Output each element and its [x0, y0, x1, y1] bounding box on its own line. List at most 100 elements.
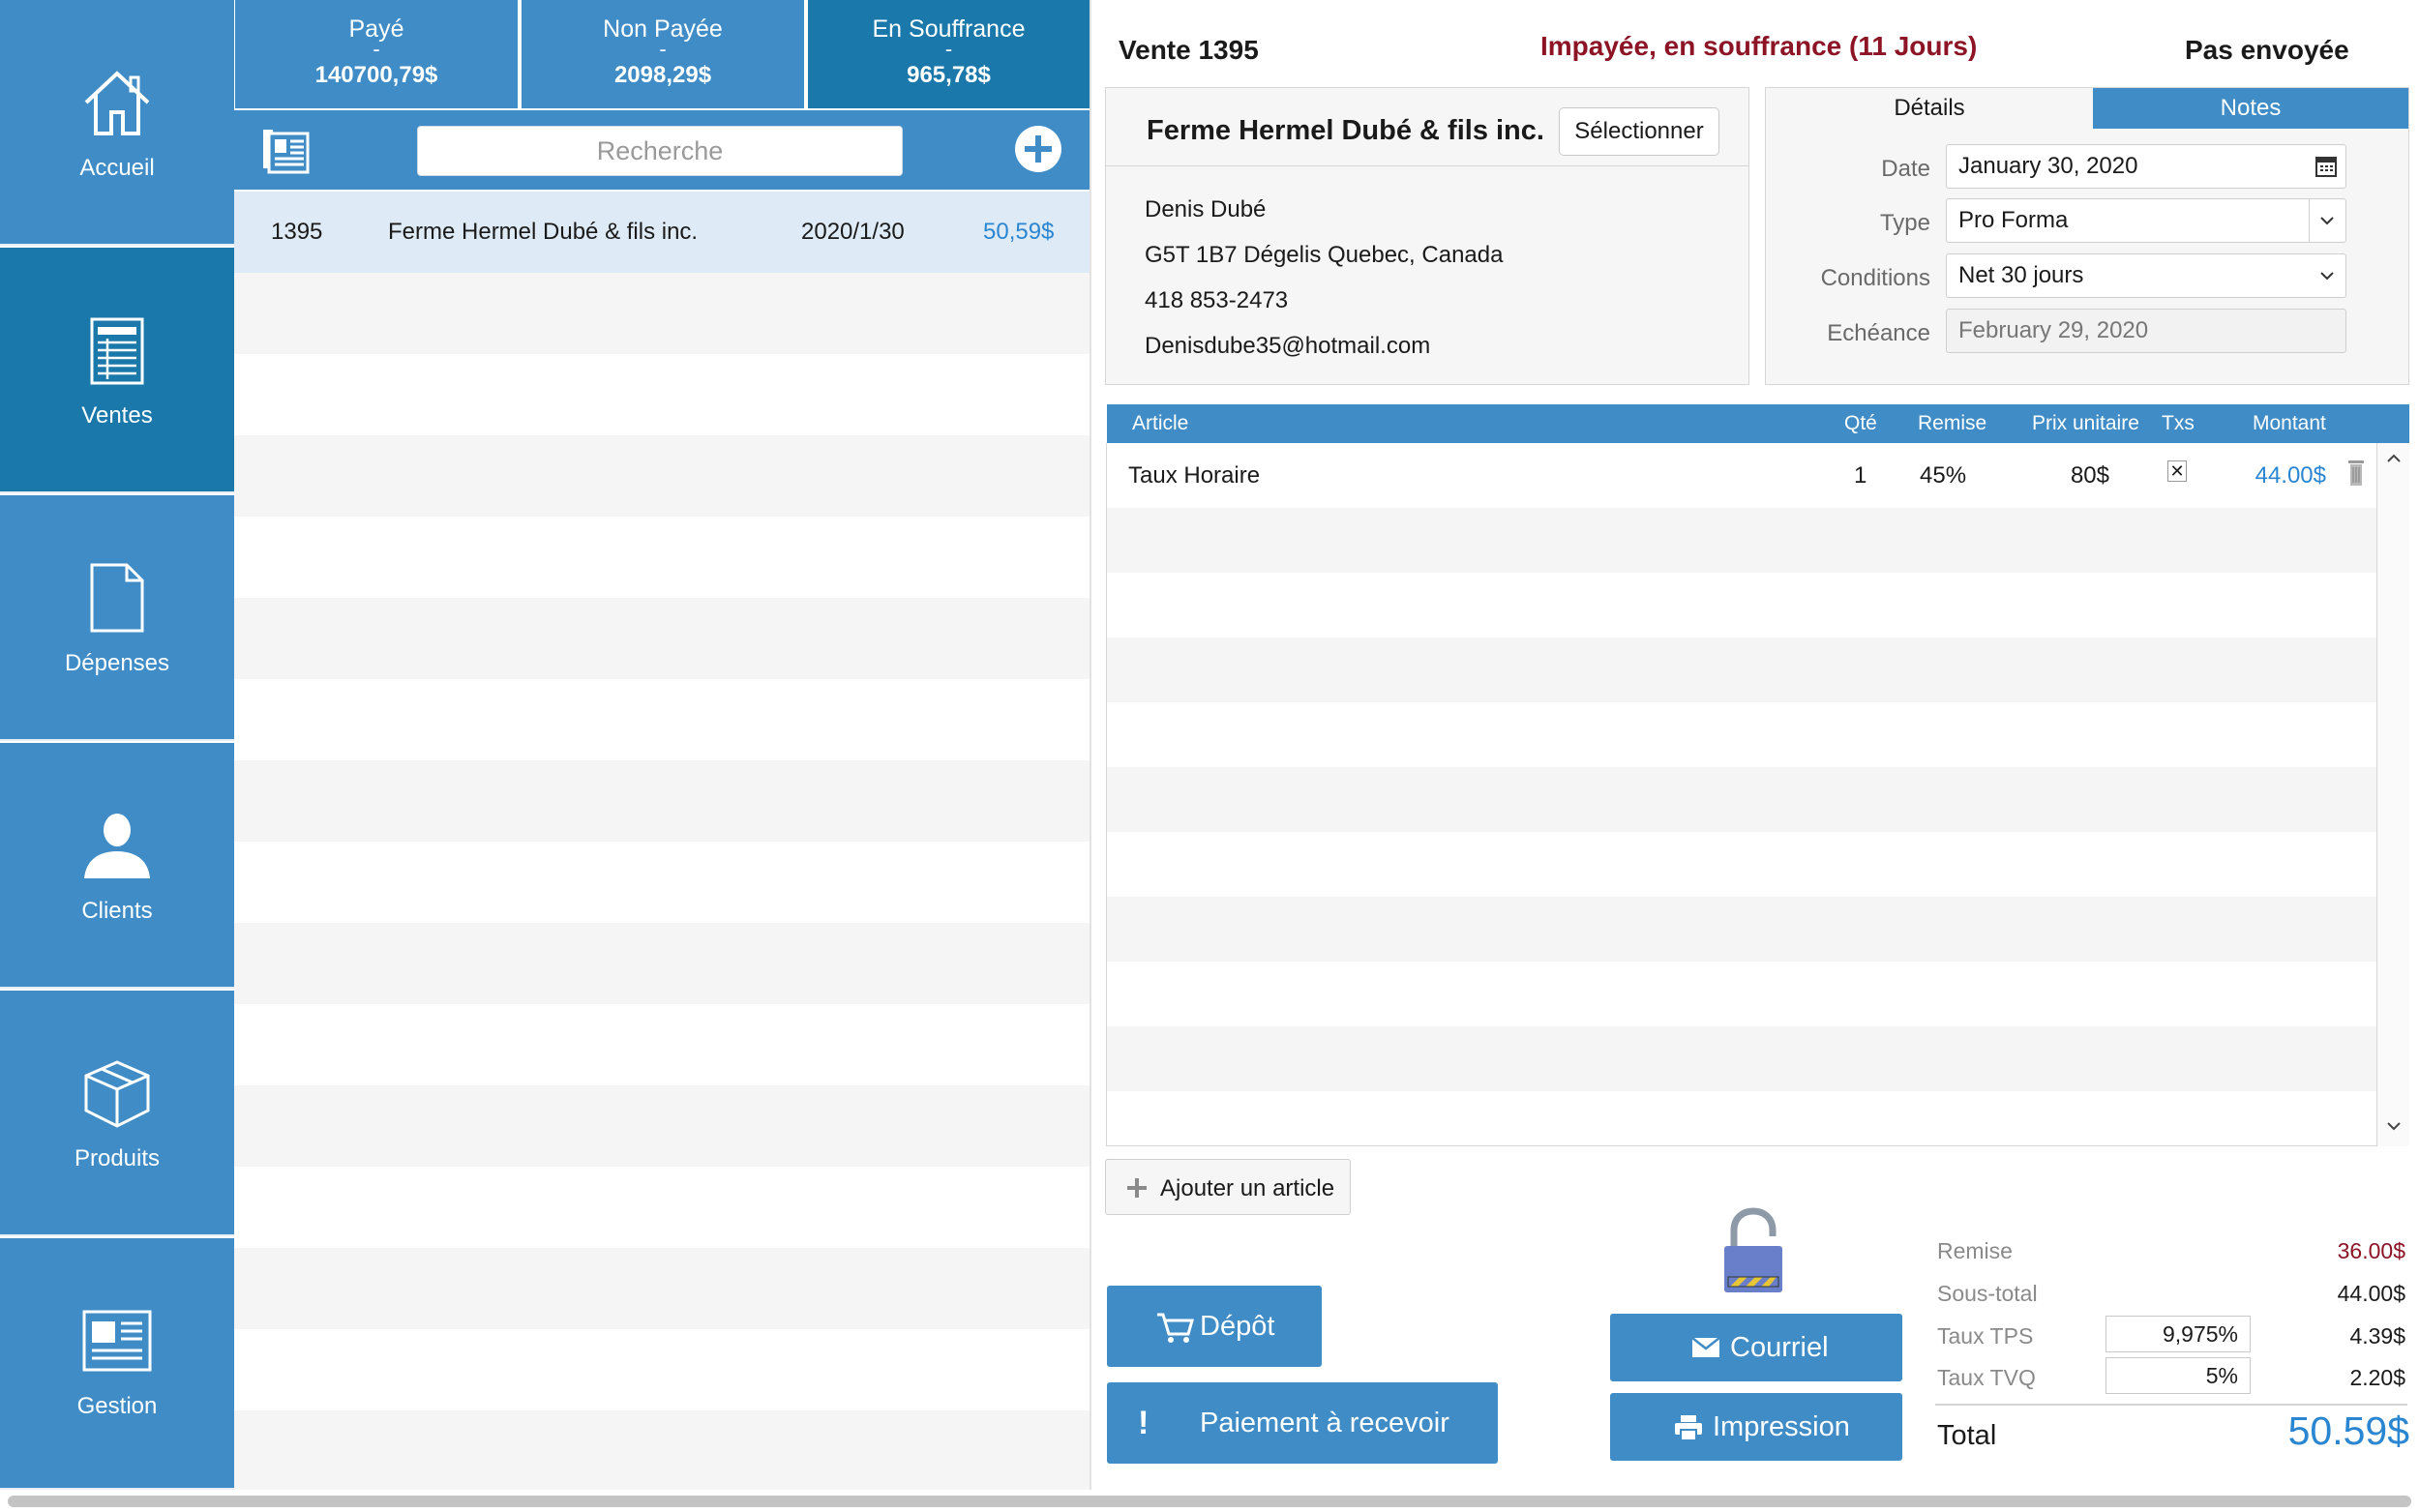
sent-status: Pas envoyée [2185, 35, 2349, 65]
tab-amount: 2098,29$ [613, 62, 712, 88]
tab-separator: - [659, 37, 667, 61]
search-input[interactable] [417, 126, 903, 176]
select-divider [2309, 199, 2310, 242]
list-empty-row [234, 354, 1090, 435]
sale-date: 2020/1/30 [801, 219, 905, 245]
email-label: Courriel [1730, 1332, 1829, 1363]
items-table-header: Article Qté Remise Prix unitaire Txs Mon… [1107, 404, 2409, 443]
due-field: February 29, 2020 [1946, 309, 2346, 353]
item-unit-price: 80$ [2070, 462, 2109, 489]
col-discount: Remise [1918, 412, 1987, 434]
sales-ledger-icon [90, 317, 144, 385]
newspaper-icon [82, 1310, 152, 1372]
col-qty: Qté [1844, 412, 1877, 434]
details-panel: Détails Notes Date January 30, 2020 Type… [1765, 87, 2409, 385]
list-empty-row [234, 598, 1090, 679]
nav-accueil[interactable]: Accueil [0, 0, 234, 246]
col-unit-price: Prix unitaire [2032, 412, 2139, 434]
chevron-down-icon[interactable] [2385, 1120, 2403, 1132]
table-empty-row [1107, 1091, 2376, 1145]
nav-ventes[interactable]: Ventes [0, 248, 234, 493]
item-article: Taux Horaire [1128, 462, 1261, 489]
sale-number: 1395 [271, 219, 323, 245]
add-item-button[interactable]: Ajouter un article [1105, 1159, 1351, 1215]
tab-unpaid[interactable]: Non Payée - 2098,29$ [522, 0, 804, 108]
nav-depenses[interactable]: Dépenses [0, 495, 234, 741]
tab-paid[interactable]: Payé - 140700,79$ [235, 0, 518, 108]
tab-amount: 965,78$ [907, 62, 991, 88]
list-empty-row [234, 1167, 1090, 1248]
date-field[interactable]: January 30, 2020 [1946, 144, 2346, 189]
nav-gestion[interactable]: Gestion [0, 1238, 234, 1490]
list-empty-row [234, 517, 1090, 598]
nav-clients[interactable]: Clients [0, 743, 234, 989]
total-label: Total [1937, 1420, 1997, 1451]
list-empty-row [234, 435, 1090, 517]
unlocked-padlock-icon[interactable] [1720, 1207, 1786, 1296]
list-empty-row [234, 760, 1090, 842]
table-border-bottom [1106, 1145, 2409, 1146]
receive-payment-button[interactable]: ! Paiement à recevoir [1107, 1382, 1498, 1464]
list-empty-row [234, 923, 1090, 1004]
divider [1106, 165, 1748, 166]
subtotal-value: 44.00$ [2337, 1281, 2405, 1306]
due-value: February 29, 2020 [1958, 317, 2149, 343]
table-empty-row [1107, 832, 2376, 897]
chevron-up-icon[interactable] [2385, 453, 2403, 464]
add-icon[interactable] [1013, 124, 1063, 174]
report-icon[interactable] [261, 128, 312, 174]
table-empty-row [1107, 767, 2376, 832]
tab-amount: 140700,79$ [314, 62, 438, 88]
sale-client: Ferme Hermel Dubé & fils inc. [388, 219, 699, 245]
chevron-down-icon [2320, 217, 2334, 225]
list-item[interactable]: 1395 Ferme Hermel Dubé & fils inc. 2020/… [234, 192, 1090, 273]
tax-checkbox[interactable]: ✕ [2167, 460, 2187, 482]
tab-separator: - [373, 37, 380, 61]
list-empty-row [234, 1248, 1090, 1329]
home-icon [84, 71, 150, 135]
item-amount: 44.00$ [2255, 462, 2326, 489]
calendar-icon[interactable] [2315, 156, 2337, 177]
plus-icon [1127, 1178, 1147, 1198]
nav-produits[interactable]: Produits [0, 991, 234, 1236]
select-customer-button[interactable]: Sélectionner [1559, 107, 1719, 156]
table-empty-row [1107, 637, 2376, 702]
customer-name: Ferme Hermel Dubé & fils inc. [1147, 115, 1544, 146]
print-label: Impression [1713, 1411, 1850, 1442]
list-empty-row [234, 1004, 1090, 1085]
tvq-label: Taux TVQ [1937, 1365, 2036, 1390]
customer-email: Denisdube35@hotmail.com [1145, 333, 1431, 359]
discount-total-value: 36.00$ [2337, 1238, 2405, 1263]
col-taxes: Txs [2162, 412, 2195, 434]
chevron-down-icon [2320, 272, 2334, 281]
invoice-title: Vente 1395 [1119, 35, 1259, 65]
subtotal-label: Sous-total [1937, 1281, 2038, 1306]
list-toolbar [234, 110, 1090, 190]
list-empty-row [234, 1410, 1090, 1490]
tab-notes[interactable]: Notes [2093, 88, 2408, 129]
print-button[interactable]: Impression [1610, 1393, 1902, 1461]
terms-select[interactable]: Net 30 jours [1946, 253, 2346, 298]
list-empty-row [234, 842, 1090, 923]
due-label: Echéance [1827, 320, 1930, 346]
discount-total-label: Remise [1937, 1238, 2013, 1263]
tab-overdue[interactable]: En Souffrance - 965,78$ [808, 0, 1090, 108]
deposit-button[interactable]: Dépôt [1107, 1286, 1322, 1367]
trash-icon[interactable] [2347, 459, 2365, 488]
horizontal-scrollbar-thumb[interactable] [8, 1496, 2411, 1507]
terms-label: Conditions [1820, 265, 1930, 291]
table-scrollbar[interactable] [2376, 443, 2409, 1146]
email-button[interactable]: Courriel [1610, 1314, 1902, 1381]
terms-value: Net 30 jours [1958, 262, 2084, 288]
tab-details[interactable]: Détails [1766, 88, 2093, 129]
type-select[interactable]: Pro Forma [1946, 198, 2346, 243]
date-value: January 30, 2020 [1958, 153, 2138, 179]
nav-label: Dépenses [64, 650, 170, 676]
sale-amount: 50,59$ [983, 219, 1055, 245]
totals-divider [1935, 1404, 2407, 1406]
item-qty: 1 [1854, 462, 1867, 489]
table-row[interactable]: Taux Horaire 1 45% 80$ ✕ 44.00$ [1107, 443, 2376, 508]
tps-value: 4.39$ [2349, 1323, 2405, 1349]
nav-label: Produits [74, 1145, 161, 1171]
add-item-label: Ajouter un article [1160, 1175, 1335, 1201]
